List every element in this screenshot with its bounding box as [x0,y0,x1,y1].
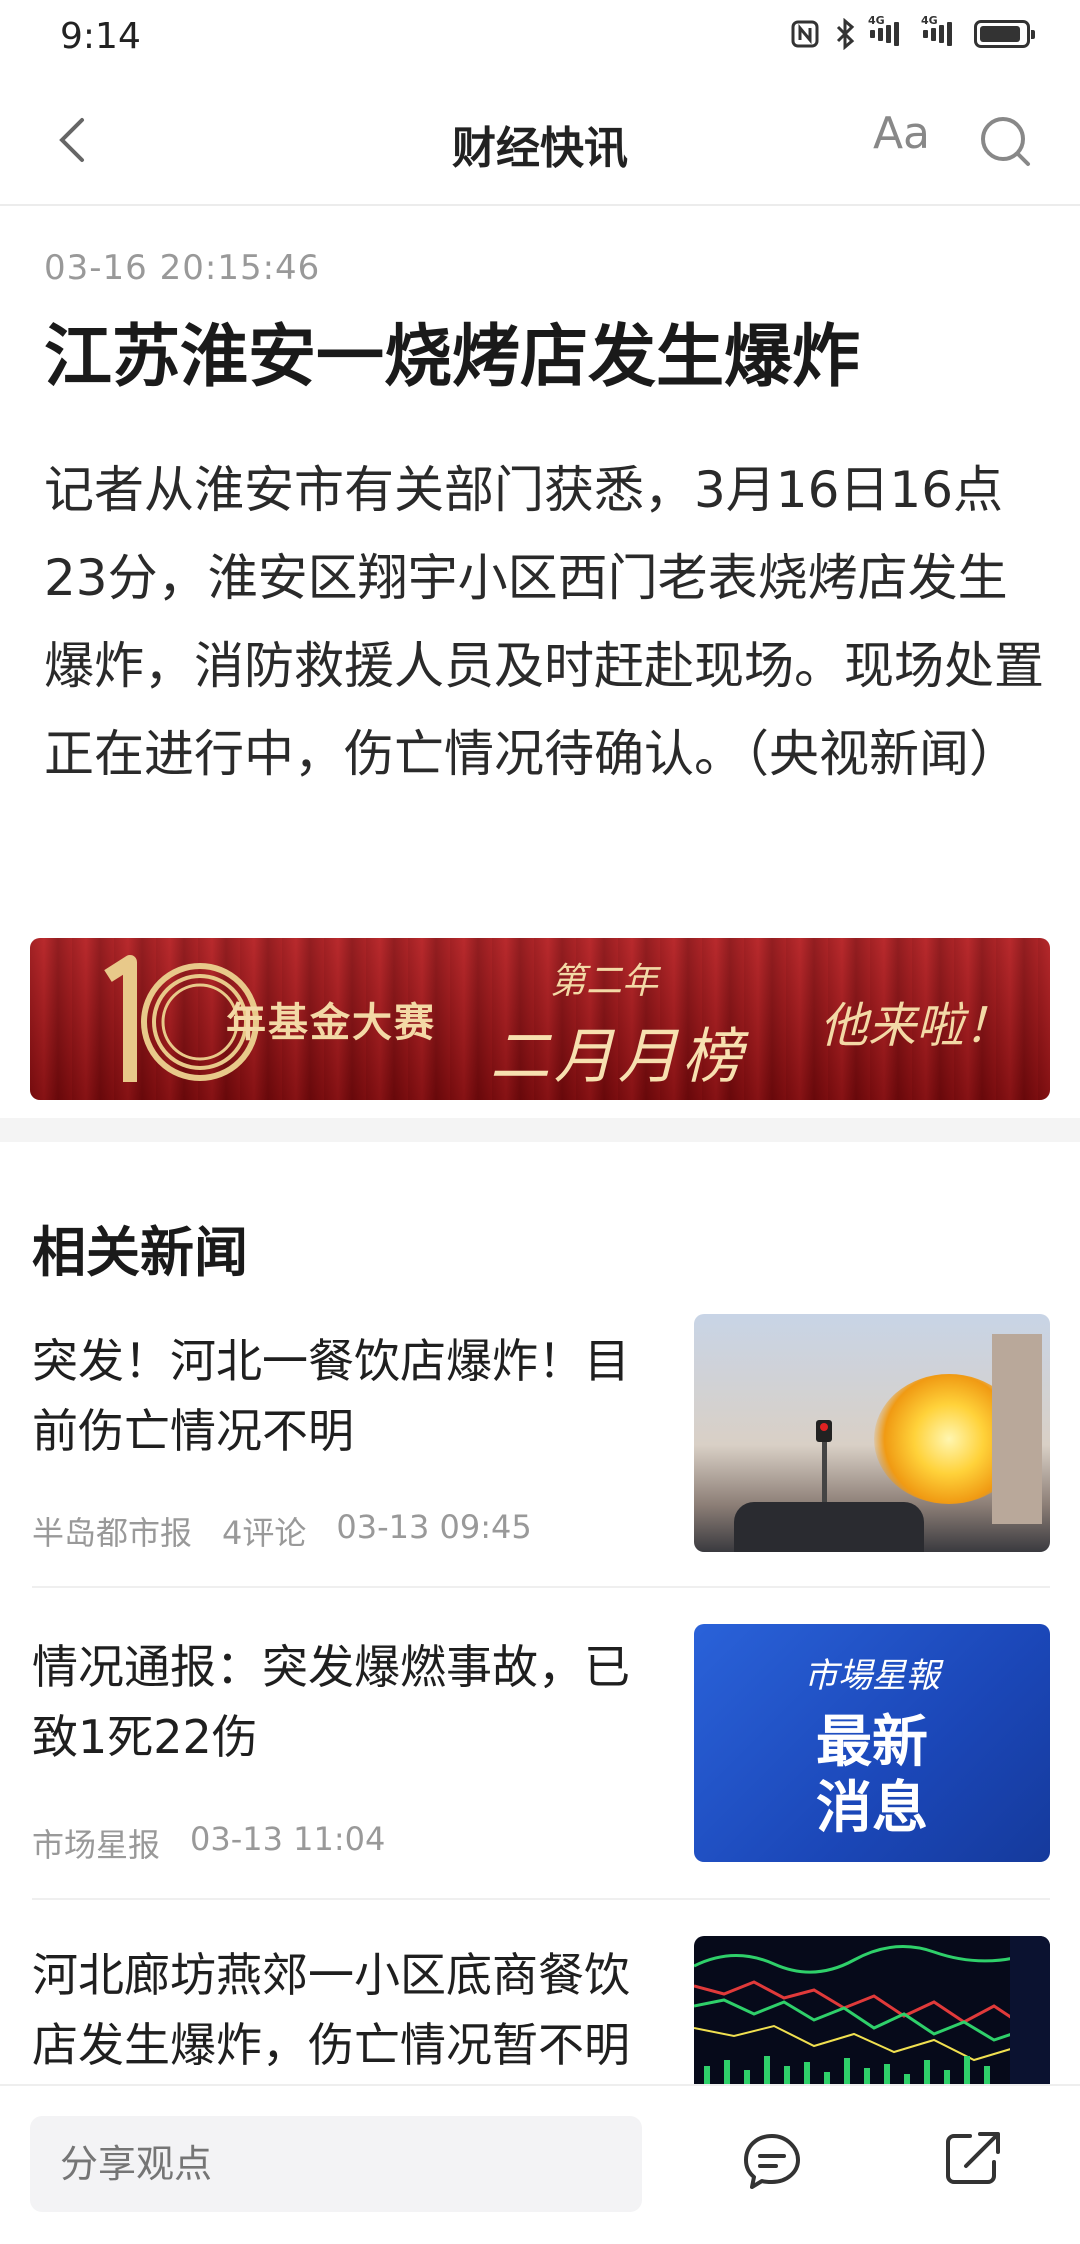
bluetooth-icon [834,18,856,50]
news-time: 03-13 09:45 [336,1508,532,1546]
thumb-headline: 最新 消息 [816,1710,928,1841]
banner-text-contest: 年基金大赛 [226,1000,436,1046]
nfc-icon [790,19,820,49]
news-thumbnail [694,1314,1050,1552]
news-title: 河北廊坊燕郊一小区底商餐饮店发生爆炸，伤亡情况暂不明 [32,1948,630,2072]
news-comments: 4评论 [222,1514,307,1552]
share-icon [946,2132,1000,2184]
related-news-title: 相关新闻 [32,1221,248,1284]
banner-text-coming: 他来啦！ [820,998,1013,1054]
news-title: 突发！河北一餐饮店爆炸！目前伤亡情况不明 [32,1334,630,1458]
search-icon [981,117,1030,166]
bottom-bar [0,2084,1080,2244]
thumb-brand: 市場星報 [804,1656,940,1696]
comment-icon [744,2134,800,2189]
nav-bar: 财经快讯 Aa [0,76,1080,206]
news-meta: 市场星报 03-13 11:04 [32,1820,385,1866]
news-source: 半岛都市报 [32,1514,193,1552]
status-time: 9:14 [60,16,141,57]
news-time: 03-13 11:04 [190,1820,386,1858]
status-icons: 4G 4G [790,14,1035,50]
article-headline: 江苏淮安一烧烤店发生爆炸 [44,318,861,397]
news-thumbnail: 市場星報 最新 消息 [694,1624,1050,1862]
comment-button[interactable] [740,2130,804,2194]
article-body: 记者从淮安市有关部门获悉，3月16日16点23分，淮安区翔宇小区西门老表烧烤店发… [44,461,1044,783]
ad-banner[interactable]: 年基金大赛 第二年 二月月榜 他来啦！ [30,938,1050,1100]
news-item-1[interactable]: 突发！河北一餐饮店爆炸！目前伤亡情况不明 半岛都市报 4评论 03-13 09:… [32,1312,1050,1588]
font-size-button[interactable]: Aa [873,108,930,159]
status-bar: 9:14 4G 4G [0,0,1080,76]
signal-icon-1: 4G [868,14,899,48]
battery-icon [974,20,1035,48]
share-button[interactable] [940,2126,1004,2190]
signal-icon-2: 4G [921,14,952,48]
news-item-2[interactable]: 情况通报：突发爆燃事故，已致1死22伤 市场星报 03-13 11:04 市場星… [32,1588,1050,1900]
section-divider [0,1118,1080,1142]
news-thumbnail [694,1936,1050,2084]
news-title: 情况通报：突发爆燃事故，已致1死22伤 [32,1640,630,1764]
banner-text-monthly: 二月月榜 [490,1022,746,1092]
article-time: 03-16 20:15:46 [44,248,321,288]
banner-text-year: 第二年 [550,961,659,1002]
news-meta: 半岛都市报 4评论 03-13 09:45 [32,1508,532,1554]
share-opinion-input[interactable] [30,2116,642,2212]
search-button[interactable] [976,112,1036,172]
news-source: 市场星报 [32,1826,161,1864]
news-item-3[interactable]: 河北廊坊燕郊一小区底商餐饮店发生爆炸，伤亡情况暂不明 [32,1900,1050,2084]
